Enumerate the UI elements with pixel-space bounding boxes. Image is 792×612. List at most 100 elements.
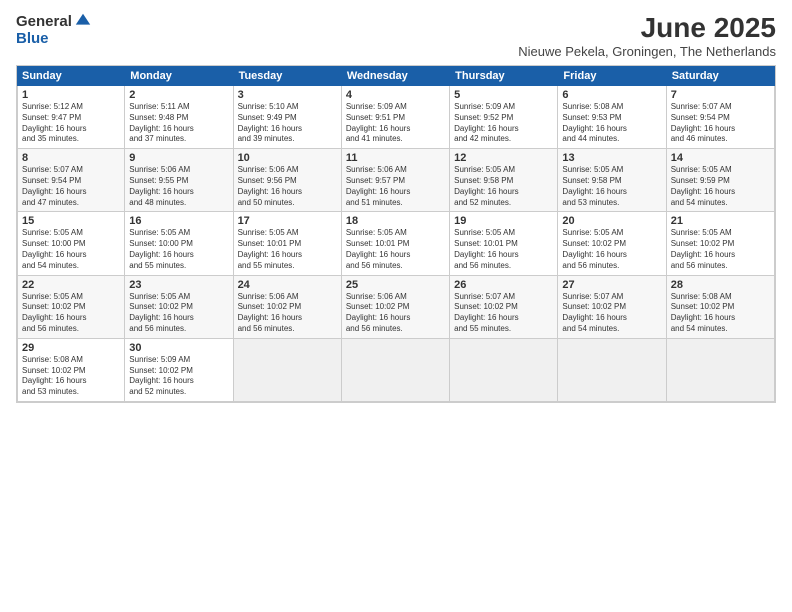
day-number: 6 (562, 89, 661, 101)
day-number: 16 (129, 215, 228, 227)
cell-w4-d5: 27Sunrise: 5:07 AM Sunset: 10:02 PM Dayl… (558, 276, 666, 338)
cell-w2-d6: 14Sunrise: 5:05 AM Sunset: 9:59 PM Dayli… (667, 149, 775, 211)
day-number: 20 (562, 215, 661, 227)
day-info: Sunrise: 5:05 AM Sunset: 10:01 PM Daylig… (238, 228, 337, 271)
day-number: 26 (454, 279, 553, 291)
day-number: 11 (346, 152, 445, 164)
day-number: 7 (671, 89, 770, 101)
day-info: Sunrise: 5:12 AM Sunset: 9:47 PM Dayligh… (22, 102, 120, 145)
cell-w4-d1: 23Sunrise: 5:05 AM Sunset: 10:02 PM Dayl… (125, 276, 233, 338)
cell-w5-d2 (234, 339, 342, 401)
day-info: Sunrise: 5:05 AM Sunset: 10:02 PM Daylig… (671, 228, 770, 271)
header-sunday: Sunday (17, 66, 125, 86)
day-number: 4 (346, 89, 445, 101)
day-number: 12 (454, 152, 553, 164)
logo-icon (74, 12, 92, 30)
day-number: 10 (238, 152, 337, 164)
day-number: 2 (129, 89, 228, 101)
day-number: 19 (454, 215, 553, 227)
cell-w5-d6 (667, 339, 775, 401)
month-title: June 2025 (518, 12, 776, 44)
page: General Blue June 2025 Nieuwe Pekela, Gr… (0, 0, 792, 612)
cell-w5-d1: 30Sunrise: 5:09 AM Sunset: 10:02 PM Dayl… (125, 339, 233, 401)
day-number: 8 (22, 152, 120, 164)
cell-w2-d2: 10Sunrise: 5:06 AM Sunset: 9:56 PM Dayli… (234, 149, 342, 211)
day-info: Sunrise: 5:05 AM Sunset: 10:01 PM Daylig… (346, 228, 445, 271)
cell-w5-d5 (558, 339, 666, 401)
cell-w5-d4 (450, 339, 558, 401)
day-info: Sunrise: 5:10 AM Sunset: 9:49 PM Dayligh… (238, 102, 337, 145)
header-saturday: Saturday (667, 66, 775, 86)
location-subtitle: Nieuwe Pekela, Groningen, The Netherland… (518, 44, 776, 59)
day-number: 17 (238, 215, 337, 227)
day-number: 21 (671, 215, 770, 227)
cell-w3-d5: 20Sunrise: 5:05 AM Sunset: 10:02 PM Dayl… (558, 212, 666, 274)
day-info: Sunrise: 5:09 AM Sunset: 10:02 PM Daylig… (129, 355, 228, 398)
week-row-1: 1Sunrise: 5:12 AM Sunset: 9:47 PM Daylig… (17, 86, 775, 149)
cell-w2-d4: 12Sunrise: 5:05 AM Sunset: 9:58 PM Dayli… (450, 149, 558, 211)
cell-w3-d0: 15Sunrise: 5:05 AM Sunset: 10:00 PM Dayl… (17, 212, 125, 274)
cell-w5-d0: 29Sunrise: 5:08 AM Sunset: 10:02 PM Dayl… (17, 339, 125, 401)
day-info: Sunrise: 5:07 AM Sunset: 10:02 PM Daylig… (562, 292, 661, 335)
cell-w1-d1: 2Sunrise: 5:11 AM Sunset: 9:48 PM Daylig… (125, 86, 233, 148)
day-number: 15 (22, 215, 120, 227)
cell-w4-d0: 22Sunrise: 5:05 AM Sunset: 10:02 PM Dayl… (17, 276, 125, 338)
day-info: Sunrise: 5:05 AM Sunset: 9:58 PM Dayligh… (562, 165, 661, 208)
header-tuesday: Tuesday (234, 66, 342, 86)
cell-w1-d3: 4Sunrise: 5:09 AM Sunset: 9:51 PM Daylig… (342, 86, 450, 148)
day-info: Sunrise: 5:06 AM Sunset: 9:56 PM Dayligh… (238, 165, 337, 208)
cell-w1-d6: 7Sunrise: 5:07 AM Sunset: 9:54 PM Daylig… (667, 86, 775, 148)
day-number: 23 (129, 279, 228, 291)
cell-w2-d1: 9Sunrise: 5:06 AM Sunset: 9:55 PM Daylig… (125, 149, 233, 211)
day-number: 18 (346, 215, 445, 227)
day-info: Sunrise: 5:07 AM Sunset: 10:02 PM Daylig… (454, 292, 553, 335)
day-number: 9 (129, 152, 228, 164)
cell-w1-d0: 1Sunrise: 5:12 AM Sunset: 9:47 PM Daylig… (17, 86, 125, 148)
day-number: 29 (22, 342, 120, 354)
title-block: June 2025 Nieuwe Pekela, Groningen, The … (518, 12, 776, 59)
week-row-2: 8Sunrise: 5:07 AM Sunset: 9:54 PM Daylig… (17, 149, 775, 212)
day-info: Sunrise: 5:05 AM Sunset: 10:00 PM Daylig… (22, 228, 120, 271)
day-number: 1 (22, 89, 120, 101)
calendar-body: 1Sunrise: 5:12 AM Sunset: 9:47 PM Daylig… (17, 86, 775, 402)
cell-w3-d2: 17Sunrise: 5:05 AM Sunset: 10:01 PM Dayl… (234, 212, 342, 274)
day-info: Sunrise: 5:05 AM Sunset: 10:02 PM Daylig… (22, 292, 120, 335)
day-info: Sunrise: 5:05 AM Sunset: 10:00 PM Daylig… (129, 228, 228, 271)
day-number: 24 (238, 279, 337, 291)
day-info: Sunrise: 5:06 AM Sunset: 9:57 PM Dayligh… (346, 165, 445, 208)
cell-w5-d3 (342, 339, 450, 401)
cell-w3-d3: 18Sunrise: 5:05 AM Sunset: 10:01 PM Dayl… (342, 212, 450, 274)
calendar-header: Sunday Monday Tuesday Wednesday Thursday… (17, 66, 775, 86)
day-info: Sunrise: 5:05 AM Sunset: 10:02 PM Daylig… (562, 228, 661, 271)
day-number: 25 (346, 279, 445, 291)
day-number: 13 (562, 152, 661, 164)
day-info: Sunrise: 5:05 AM Sunset: 10:01 PM Daylig… (454, 228, 553, 271)
day-info: Sunrise: 5:05 AM Sunset: 9:58 PM Dayligh… (454, 165, 553, 208)
header-friday: Friday (558, 66, 666, 86)
week-row-4: 22Sunrise: 5:05 AM Sunset: 10:02 PM Dayl… (17, 276, 775, 339)
cell-w2-d3: 11Sunrise: 5:06 AM Sunset: 9:57 PM Dayli… (342, 149, 450, 211)
header-wednesday: Wednesday (342, 66, 450, 86)
cell-w3-d1: 16Sunrise: 5:05 AM Sunset: 10:00 PM Dayl… (125, 212, 233, 274)
week-row-5: 29Sunrise: 5:08 AM Sunset: 10:02 PM Dayl… (17, 339, 775, 402)
day-number: 14 (671, 152, 770, 164)
cell-w1-d4: 5Sunrise: 5:09 AM Sunset: 9:52 PM Daylig… (450, 86, 558, 148)
day-info: Sunrise: 5:05 AM Sunset: 10:02 PM Daylig… (129, 292, 228, 335)
day-info: Sunrise: 5:06 AM Sunset: 10:02 PM Daylig… (238, 292, 337, 335)
day-number: 30 (129, 342, 228, 354)
day-info: Sunrise: 5:08 AM Sunset: 10:02 PM Daylig… (671, 292, 770, 335)
header-monday: Monday (125, 66, 233, 86)
cell-w4-d3: 25Sunrise: 5:06 AM Sunset: 10:02 PM Dayl… (342, 276, 450, 338)
day-info: Sunrise: 5:05 AM Sunset: 9:59 PM Dayligh… (671, 165, 770, 208)
day-info: Sunrise: 5:07 AM Sunset: 9:54 PM Dayligh… (22, 165, 120, 208)
logo-blue-text: Blue (16, 30, 92, 47)
day-number: 28 (671, 279, 770, 291)
cell-w2-d0: 8Sunrise: 5:07 AM Sunset: 9:54 PM Daylig… (17, 149, 125, 211)
cell-w4-d2: 24Sunrise: 5:06 AM Sunset: 10:02 PM Dayl… (234, 276, 342, 338)
day-info: Sunrise: 5:08 AM Sunset: 9:53 PM Dayligh… (562, 102, 661, 145)
cell-w3-d4: 19Sunrise: 5:05 AM Sunset: 10:01 PM Dayl… (450, 212, 558, 274)
logo-general-text: General (16, 13, 72, 30)
day-number: 22 (22, 279, 120, 291)
day-info: Sunrise: 5:09 AM Sunset: 9:51 PM Dayligh… (346, 102, 445, 145)
day-number: 27 (562, 279, 661, 291)
